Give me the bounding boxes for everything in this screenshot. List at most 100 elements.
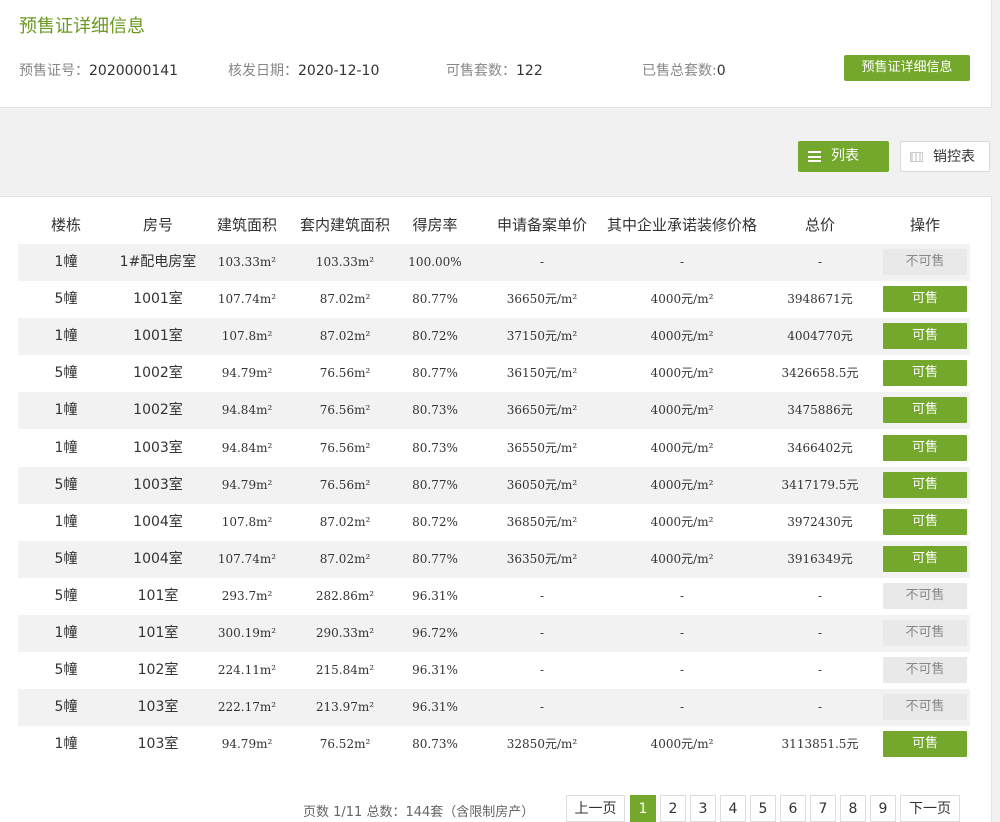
list-view-label: 列表 xyxy=(831,148,859,164)
cell-efficiency: 80.77% xyxy=(412,292,458,307)
available-button[interactable]: 可售 xyxy=(883,434,967,461)
available-units-label: 可售套数： xyxy=(446,63,516,79)
sales-control-label: 销控表 xyxy=(933,149,975,165)
page-4-button[interactable]: 4 xyxy=(720,795,746,822)
page-5-button[interactable]: 5 xyxy=(750,795,776,822)
list-view-button[interactable]: 列表 xyxy=(798,141,889,172)
cell-unit-price: 36150元/m² xyxy=(506,366,578,381)
cell-area: 103.33m² xyxy=(217,255,277,269)
cell-building: 1幢 xyxy=(54,513,78,530)
cell-decoration-price: - xyxy=(679,700,685,715)
cell-room: 1003室 xyxy=(133,439,183,456)
page-3-button[interactable]: 3 xyxy=(690,795,716,822)
page-9-button[interactable]: 9 xyxy=(870,795,896,822)
page-2-button[interactable]: 2 xyxy=(660,795,686,822)
cell-total-price: 3113851.5元 xyxy=(781,737,859,752)
available-button[interactable]: 可售 xyxy=(883,545,967,572)
sold-units-label: 已售总套数: xyxy=(642,63,717,79)
cell-building: 1幢 xyxy=(54,402,78,419)
available-button[interactable]: 可售 xyxy=(883,360,967,387)
available-button[interactable]: 可售 xyxy=(883,286,967,313)
cell-unit-price: - xyxy=(539,255,545,269)
cell-room: 102室 xyxy=(137,662,179,679)
next-page-button[interactable]: 下一页 xyxy=(900,795,960,822)
unavailable-badge: 不可售 xyxy=(883,249,967,275)
cell-inner-area: 87.02m² xyxy=(319,292,371,307)
available-button[interactable]: 可售 xyxy=(883,731,967,758)
cell-unit-price: 36350元/m² xyxy=(506,551,578,566)
cell-area: 94.84m² xyxy=(221,440,273,455)
cell-building: 5幢 xyxy=(54,365,78,382)
page-1-button[interactable]: 1 xyxy=(630,795,656,822)
column-header-building: 楼栋 xyxy=(50,216,81,234)
available-button[interactable]: 可售 xyxy=(883,397,967,424)
cell-area: 300.19m² xyxy=(217,626,277,640)
cell-area: 94.84m² xyxy=(221,403,273,418)
cell-efficiency: 80.77% xyxy=(412,551,458,566)
page-7-button[interactable]: 7 xyxy=(810,795,836,822)
cell-unit-price: - xyxy=(539,588,545,603)
cell-total-price: 3417179.5元 xyxy=(781,477,859,492)
cell-decoration-price: 4000元/m² xyxy=(650,329,714,344)
cell-building: 5幢 xyxy=(54,550,78,567)
column-header-efficiency: 得房率 xyxy=(412,216,458,234)
column-header-total-price: 总价 xyxy=(804,216,835,234)
cell-room: 1001室 xyxy=(133,328,183,345)
presale-cert-no: 预售证号：2020000141 xyxy=(19,60,178,80)
available-button[interactable]: 可售 xyxy=(883,323,967,350)
cell-inner-area: 76.56m² xyxy=(319,403,371,418)
cell-area: 94.79m² xyxy=(221,366,273,381)
cell-decoration-price: - xyxy=(679,588,685,603)
cell-total-price: 3972430元 xyxy=(787,514,853,529)
available-button[interactable]: 可售 xyxy=(883,471,967,498)
cell-decoration-price: - xyxy=(679,255,685,269)
cell-inner-area: 87.02m² xyxy=(319,514,371,529)
cell-room: 1004室 xyxy=(133,550,183,567)
cell-building: 1幢 xyxy=(54,254,78,270)
issue-date: 核发日期：2020-12-10 xyxy=(228,60,379,80)
cell-efficiency: 80.73% xyxy=(412,403,458,418)
cell-efficiency: 80.72% xyxy=(412,329,458,344)
cell-total-price: 3948671元 xyxy=(787,292,853,307)
cell-area: 107.74m² xyxy=(217,551,277,566)
table-row: 1幢 1003室 94.84m² 76.56m² 80.73% 36550元/m² 4000… xyxy=(18,430,970,467)
cell-inner-area: 282.86m² xyxy=(315,588,375,603)
page-6-button[interactable]: 6 xyxy=(780,795,806,822)
unavailable-badge: 不可售 xyxy=(883,694,967,721)
cell-total-price: 3475886元 xyxy=(787,403,853,418)
table-row: 1幢 1#配电房室 103.33m² 103.33m² 100.00% - - - 不可售 xyxy=(18,244,970,281)
cell-unit-price: - xyxy=(539,663,545,678)
available-button[interactable]: 可售 xyxy=(883,508,967,535)
table-header: 楼栋 房号 建筑面积 套内建筑面积 得房率 申请备案单价 其中企业承诺装修价格 总价 操作 xyxy=(18,209,970,241)
table-row: 1幢 1002室 94.84m² 76.56m² 80.73% 36650元/m² 4000… xyxy=(18,392,970,430)
page-8-button[interactable]: 8 xyxy=(840,795,866,822)
cell-efficiency: 100.00% xyxy=(408,255,462,269)
cell-total-price: 3466402元 xyxy=(787,440,853,455)
column-header-decoration-price: 其中企业承诺装修价格 xyxy=(606,216,757,234)
presale-detail-button[interactable]: 预售证详细信息 xyxy=(844,55,970,81)
cell-total-price: 4004770元 xyxy=(787,329,853,344)
cell-total-price: - xyxy=(817,255,823,269)
cell-inner-area: 290.33m² xyxy=(315,626,375,640)
cell-decoration-price: 4000元/m² xyxy=(650,477,714,492)
cell-inner-area: 87.02m² xyxy=(319,329,371,344)
cell-building: 5幢 xyxy=(54,291,78,308)
unavailable-badge: 不可售 xyxy=(883,620,967,646)
presale-cert-no-label: 预售证号： xyxy=(19,63,89,79)
column-header-inner-area: 套内建筑面积 xyxy=(299,216,390,234)
issue-date-label: 核发日期： xyxy=(228,63,298,79)
table-row: 1幢 103室 94.79m² 76.52m² 80.73% 32850元/m² 4000元… xyxy=(18,726,970,763)
list-icon xyxy=(808,151,821,162)
cell-inner-area: 76.56m² xyxy=(319,477,371,492)
cell-efficiency: 96.31% xyxy=(412,663,458,678)
prev-page-button[interactable]: 上一页 xyxy=(566,795,625,822)
table-row: 5幢 1003室 94.79m² 76.56m² 80.77% 36050元/m² 4000… xyxy=(18,466,970,504)
cell-total-price: 3916349元 xyxy=(787,551,853,566)
cell-area: 94.79m² xyxy=(221,477,273,492)
cell-area: 94.79m² xyxy=(221,737,273,752)
cell-unit-price: - xyxy=(539,700,545,715)
sales-control-button[interactable]: 销控表 xyxy=(900,141,990,172)
grid-icon xyxy=(910,152,923,162)
cell-room: 101室 xyxy=(137,587,179,604)
cell-building: 5幢 xyxy=(54,587,78,604)
